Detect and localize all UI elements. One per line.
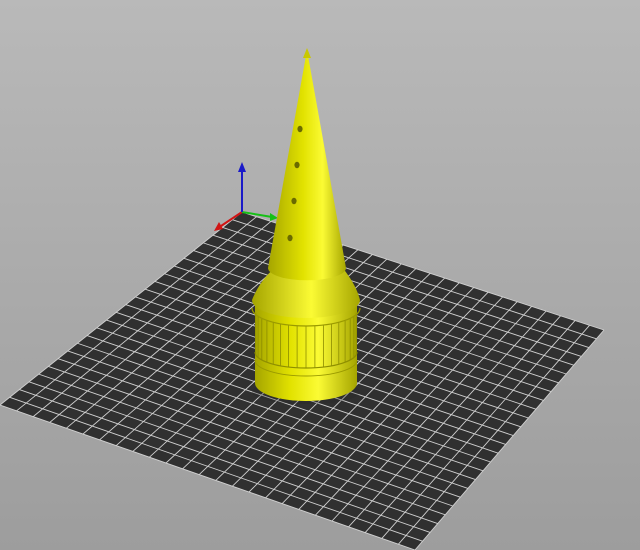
3d-viewport[interactable] <box>0 0 640 550</box>
vent-hole <box>287 234 293 242</box>
scene[interactable] <box>0 0 640 550</box>
vent-hole <box>291 197 297 205</box>
vent-hole <box>294 161 300 169</box>
vent-hole <box>297 125 303 133</box>
